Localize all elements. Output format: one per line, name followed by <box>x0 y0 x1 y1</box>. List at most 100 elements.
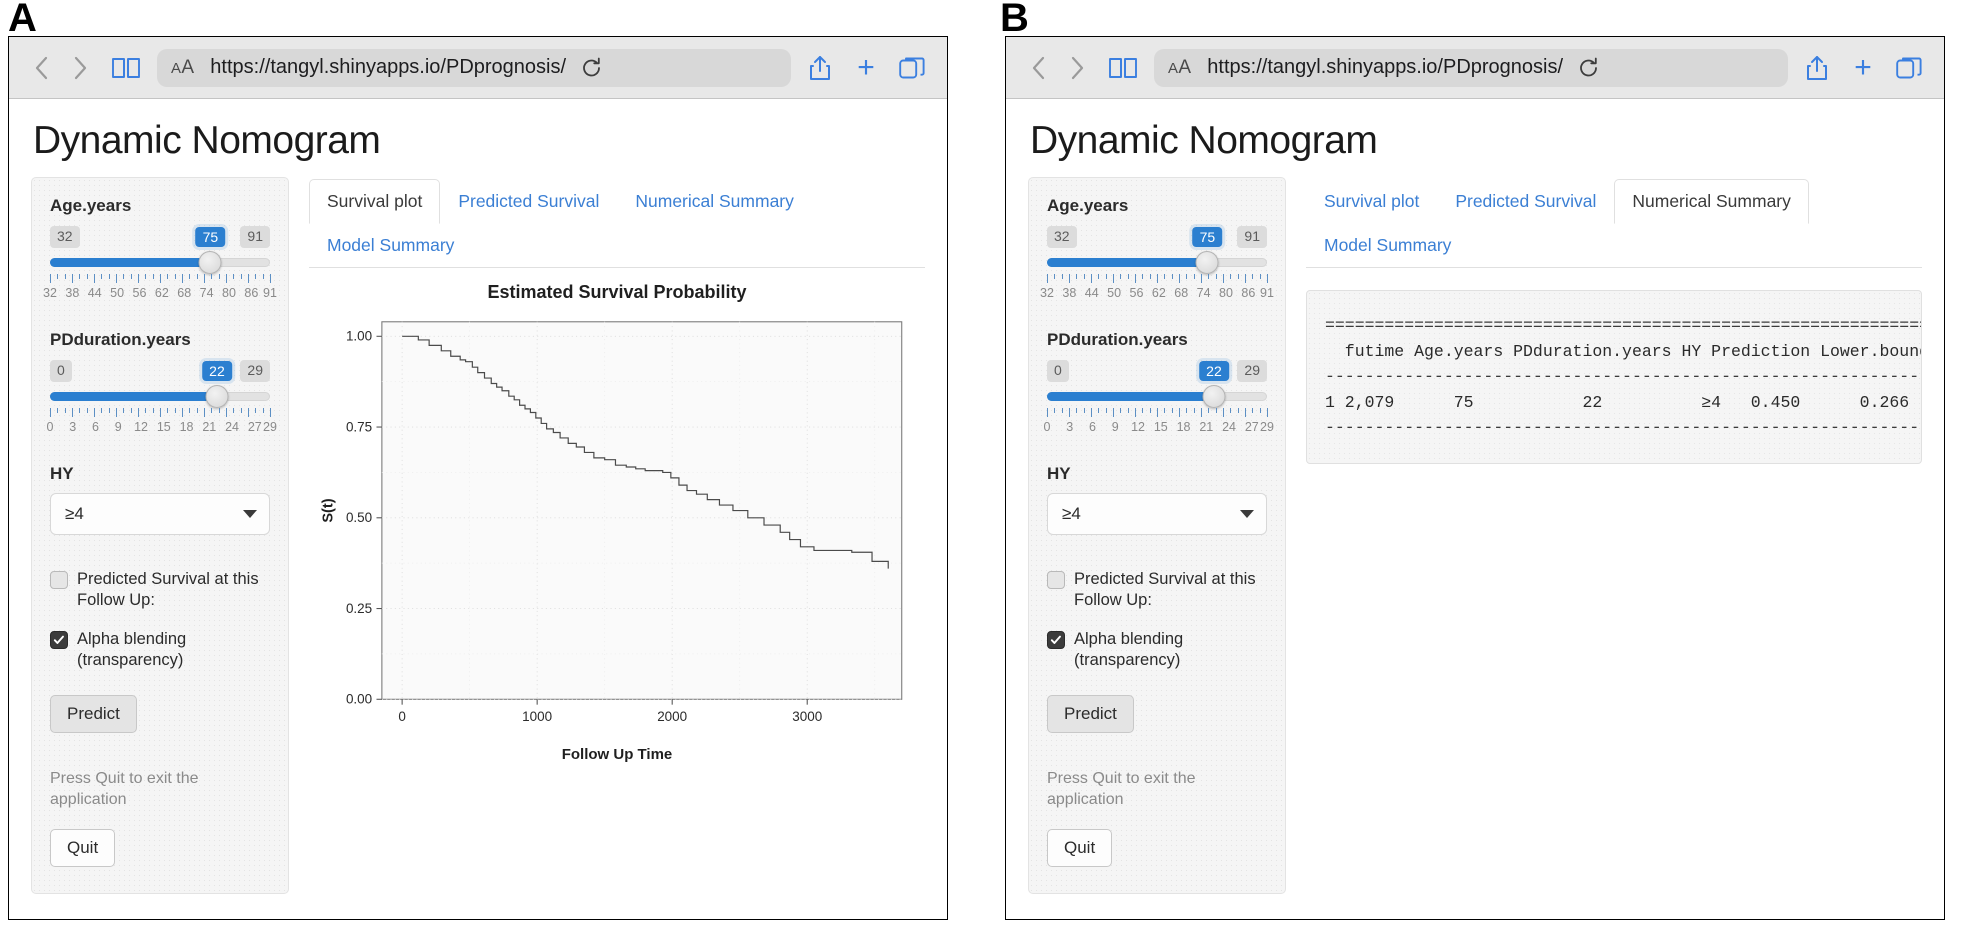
text-size-icon[interactable]: AA <box>1168 57 1191 79</box>
slider-tick <box>1186 274 1187 279</box>
slider-label-pdduration: PDduration.years <box>50 330 270 350</box>
checkbox-box-unchecked[interactable] <box>1047 571 1065 589</box>
slider-tick <box>248 274 249 283</box>
slider-tick <box>1201 274 1202 283</box>
checkbox-box-checked[interactable] <box>50 631 68 649</box>
back-icon[interactable] <box>27 51 55 85</box>
slider-tick <box>1054 408 1055 413</box>
checkbox-box-unchecked[interactable] <box>50 571 68 589</box>
slider-tick-label: 44 <box>1085 286 1099 300</box>
slider-track-age[interactable] <box>1047 251 1267 273</box>
slider-tick <box>1120 408 1121 413</box>
hy-select[interactable]: ≥4 <box>1047 493 1267 535</box>
tab-survival-plot[interactable]: Survival plot <box>1306 179 1437 224</box>
address-bar[interactable]: AA https://tangyl.shinyapps.io/PDprognos… <box>1154 49 1788 87</box>
slider-tick <box>1230 408 1231 413</box>
checkbox-predicted-survival[interactable]: Predicted Survival at this Follow Up: <box>50 569 270 611</box>
quit-button[interactable]: Quit <box>50 829 115 867</box>
slider-tick-label: 12 <box>134 420 148 434</box>
summary-header-row: futime Age.years PDduration.years HY Pre… <box>1325 339 1903 365</box>
slider-handle-pdduration[interactable] <box>1202 385 1225 408</box>
checkbox-alpha-blending[interactable]: Alpha blending (transparency) <box>1047 629 1267 671</box>
slider-tick <box>131 274 132 279</box>
slider-tick <box>101 274 102 279</box>
tabs-icon[interactable] <box>895 56 929 80</box>
slider-ticks-age <box>1047 274 1267 284</box>
slider-tick-label: 44 <box>88 286 102 300</box>
slider-tick-label: 0 <box>47 420 54 434</box>
tab-model-summary[interactable]: Model Summary <box>309 223 472 268</box>
slider-max-pdduration: 29 <box>1237 360 1267 382</box>
slider-tick <box>1267 274 1268 283</box>
slider-track-fill-pdduration <box>50 392 217 401</box>
text-size-icon[interactable]: AA <box>171 57 194 79</box>
tab-predicted-survival[interactable]: Predicted Survival <box>1437 179 1614 224</box>
predict-button[interactable]: Predict <box>1047 695 1134 733</box>
slider-tick <box>109 408 110 413</box>
slider-tick-label: 32 <box>1040 286 1054 300</box>
slider-handle-age[interactable] <box>199 251 222 274</box>
slider-tick-label: 56 <box>1130 286 1144 300</box>
reload-icon[interactable] <box>1579 57 1599 79</box>
tab-numerical-summary[interactable]: Numerical Summary <box>1614 179 1809 224</box>
hy-select[interactable]: ≥4 <box>50 493 270 535</box>
slider-tick-label: 12 <box>1131 420 1145 434</box>
tab-predicted-survival[interactable]: Predicted Survival <box>440 179 617 224</box>
tabs-icon[interactable] <box>1892 56 1926 80</box>
slider-tick <box>1172 274 1173 279</box>
slider-tick-label: 6 <box>1089 420 1096 434</box>
slider-age-years[interactable]: Age.years 32 75 91 <box>1047 196 1267 304</box>
plus-icon[interactable]: + <box>1846 53 1880 83</box>
summary-rule-mid: ----------------------------------------… <box>1325 364 1903 390</box>
slider-track-age[interactable] <box>50 251 270 273</box>
checkbox-box-checked[interactable] <box>1047 631 1065 649</box>
hy-select-value: ≥4 <box>1062 504 1081 524</box>
back-icon[interactable] <box>1024 51 1052 85</box>
address-bar[interactable]: AA https://tangyl.shinyapps.io/PDprognos… <box>157 49 791 87</box>
y-axis-label: S(t) <box>320 498 336 522</box>
checkbox-predicted-survival[interactable]: Predicted Survival at this Follow Up: <box>1047 569 1267 611</box>
checkbox-label-predicted-survival: Predicted Survival at this Follow Up: <box>77 569 270 611</box>
slider-tick <box>1069 408 1070 417</box>
slider-pdduration-years[interactable]: PDduration.years 0 22 29 <box>1047 330 1267 438</box>
share-icon[interactable] <box>803 55 837 81</box>
slider-tick-labels-age: 3238445056626874808691 <box>50 286 270 304</box>
tab-survival-plot[interactable]: Survival plot <box>309 179 440 224</box>
forward-icon[interactable] <box>1064 51 1092 85</box>
quit-note: Press Quit to exit the application <box>1047 769 1267 811</box>
tab-model-summary[interactable]: Model Summary <box>1306 223 1469 268</box>
checkbox-alpha-blending[interactable]: Alpha blending (transparency) <box>50 629 270 671</box>
slider-tick <box>1062 408 1063 413</box>
panel-label-b: B <box>1000 0 1028 41</box>
slider-track-pdduration[interactable] <box>1047 385 1267 407</box>
slider-tick <box>1076 274 1077 279</box>
slider-tick <box>79 408 80 413</box>
plus-icon[interactable]: + <box>849 53 883 83</box>
slider-tick <box>233 408 234 413</box>
reload-icon[interactable] <box>582 57 602 79</box>
slider-ticks-pdduration <box>50 408 270 418</box>
share-icon[interactable] <box>1800 55 1834 81</box>
slider-tick-label: 6 <box>92 420 99 434</box>
url-text: https://tangyl.shinyapps.io/PDprognosis/ <box>1207 56 1563 79</box>
slider-tick-label: 29 <box>263 420 277 434</box>
slider-age-years[interactable]: Age.years 32 75 91 <box>50 196 270 304</box>
slider-tick <box>197 274 198 279</box>
slider-tick-label: 27 <box>1245 420 1259 434</box>
slider-tick-label: 3 <box>69 420 76 434</box>
book-icon[interactable] <box>1104 56 1142 80</box>
chevron-down-icon <box>1240 510 1254 518</box>
tab-numerical-summary[interactable]: Numerical Summary <box>617 179 812 224</box>
slider-track-pdduration[interactable] <box>50 385 270 407</box>
slider-tick <box>167 274 168 279</box>
slider-handle-age[interactable] <box>1196 251 1219 274</box>
slider-tick <box>1164 408 1165 413</box>
slider-tick <box>1164 274 1165 279</box>
slider-tick <box>1069 274 1070 283</box>
book-icon[interactable] <box>107 56 145 80</box>
slider-pdduration-years[interactable]: PDduration.years 0 22 29 <box>50 330 270 438</box>
slider-handle-pdduration[interactable] <box>205 385 228 408</box>
quit-button[interactable]: Quit <box>1047 829 1112 867</box>
forward-icon[interactable] <box>67 51 95 85</box>
predict-button[interactable]: Predict <box>50 695 137 733</box>
